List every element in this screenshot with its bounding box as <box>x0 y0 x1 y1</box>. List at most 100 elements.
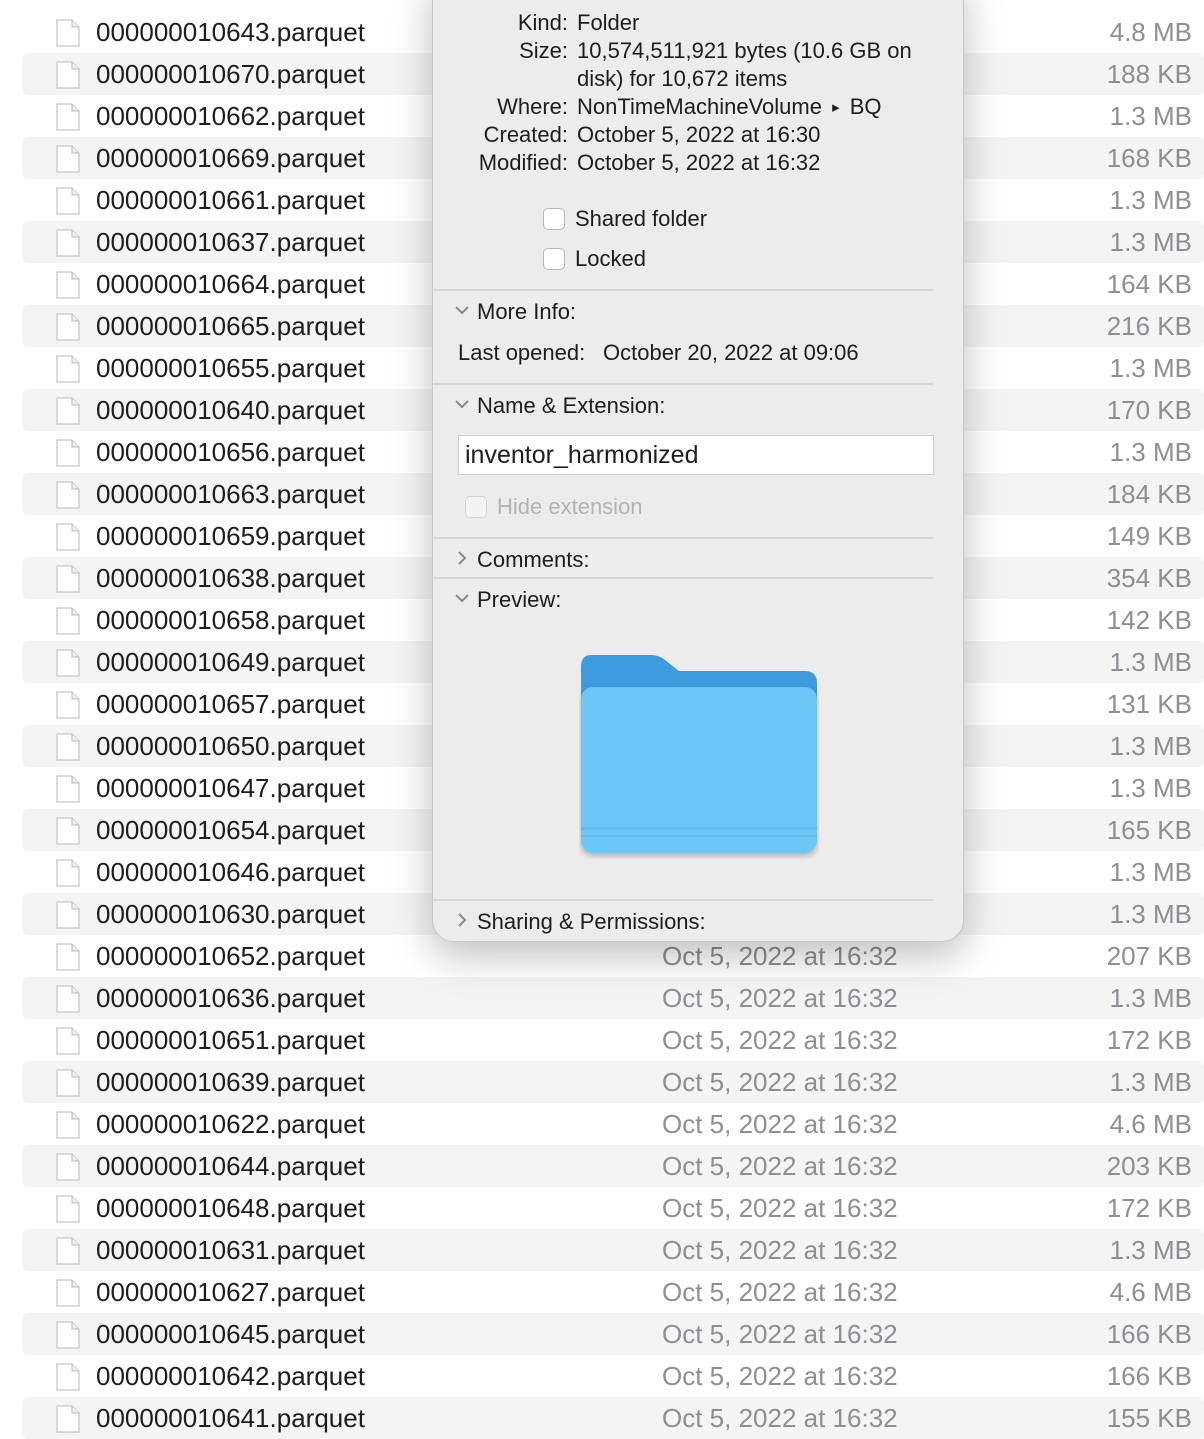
hide-extension-checkbox[interactable] <box>465 496 487 518</box>
more-info-section-toggle[interactable]: More Info: <box>453 297 753 327</box>
file-date-modified: Oct 5, 2022 at 16:32 <box>662 1109 898 1139</box>
file-row[interactable]: 000000010622.parquet Oct 5, 2022 at 16:32… <box>22 1103 1204 1145</box>
file-name: 000000010656.parquet <box>96 437 365 467</box>
chevron-right-icon <box>458 551 467 565</box>
document-icon <box>56 985 80 1013</box>
document-icon <box>56 439 80 467</box>
file-name: 000000010659.parquet <box>96 521 365 551</box>
file-name: 000000010652.parquet <box>96 941 365 971</box>
file-name: 000000010670.parquet <box>96 59 365 89</box>
file-name: 000000010663.parquet <box>96 479 365 509</box>
file-name: 000000010622.parquet <box>96 1109 365 1139</box>
document-icon <box>56 1321 80 1349</box>
document-icon <box>56 1195 80 1223</box>
file-size: 149 KB <box>1106 521 1192 551</box>
file-row[interactable]: 000000010645.parquet Oct 5, 2022 at 16:32… <box>22 1313 1204 1355</box>
file-name: 000000010649.parquet <box>96 647 365 677</box>
file-size: 165 KB <box>1106 815 1192 845</box>
file-row[interactable]: 000000010644.parquet Oct 5, 2022 at 16:32… <box>22 1145 1204 1187</box>
file-name: 000000010661.parquet <box>96 185 365 215</box>
shared-folder-checkbox[interactable] <box>543 208 565 230</box>
file-row[interactable]: 000000010651.parquet Oct 5, 2022 at 16:32… <box>22 1019 1204 1061</box>
name-extension-section-toggle[interactable]: Name & Extension: <box>453 391 753 421</box>
file-size: 4.6 MB <box>1109 1277 1192 1307</box>
file-size: 172 KB <box>1106 1025 1192 1055</box>
last-opened-label: Last opened: <box>458 340 586 365</box>
file-name: 000000010645.parquet <box>96 1319 365 1349</box>
folder-icon <box>581 655 817 853</box>
document-icon <box>56 1279 80 1307</box>
file-date-modified: Oct 5, 2022 at 16:32 <box>662 1403 898 1433</box>
modified-label: Modified: <box>478 150 568 175</box>
document-icon <box>56 1111 80 1139</box>
file-name: 000000010655.parquet <box>96 353 365 383</box>
divider <box>433 383 933 385</box>
created-value: October 5, 2022 at 16:30 <box>577 122 821 147</box>
file-row[interactable]: 000000010631.parquet Oct 5, 2022 at 16:32… <box>22 1229 1204 1271</box>
divider <box>433 899 933 901</box>
preview-section-toggle[interactable]: Preview: <box>453 585 753 615</box>
sharing-permissions-title: Sharing & Permissions: <box>477 909 706 934</box>
file-size: 1.3 MB <box>1109 353 1192 383</box>
file-size: 142 KB <box>1106 605 1192 635</box>
file-row[interactable]: 000000010627.parquet Oct 5, 2022 at 16:32… <box>22 1271 1204 1313</box>
document-icon <box>56 733 80 761</box>
chevron-down-icon <box>455 400 469 409</box>
size-label: Size: <box>519 38 568 63</box>
kind-label: Kind: <box>517 10 568 35</box>
document-icon <box>56 229 80 257</box>
file-name: 000000010636.parquet <box>96 983 365 1013</box>
file-size: 166 KB <box>1106 1361 1192 1391</box>
sharing-permissions-section-toggle[interactable]: Sharing & Permissions: <box>453 907 773 937</box>
file-size: 1.3 MB <box>1109 185 1192 215</box>
file-name: 000000010657.parquet <box>96 689 365 719</box>
size-value-line1: 10,574,511,921 bytes (10.6 GB on <box>577 38 912 63</box>
where-label: Where: <box>497 94 568 119</box>
file-size: 1.3 MB <box>1109 437 1192 467</box>
file-name: 000000010627.parquet <box>96 1277 365 1307</box>
file-name: 000000010630.parquet <box>96 899 365 929</box>
file-row[interactable]: 000000010648.parquet Oct 5, 2022 at 16:32… <box>22 1187 1204 1229</box>
document-icon <box>56 901 80 929</box>
file-size: 168 KB <box>1106 143 1192 173</box>
file-size: 216 KB <box>1106 311 1192 341</box>
name-input[interactable] <box>458 435 934 475</box>
file-name: 000000010643.parquet <box>96 17 365 47</box>
file-date-modified: Oct 5, 2022 at 16:32 <box>662 1361 898 1391</box>
file-row[interactable]: 000000010642.parquet Oct 5, 2022 at 16:32… <box>22 1355 1204 1397</box>
file-size: 184 KB <box>1106 479 1192 509</box>
file-date-modified: Oct 5, 2022 at 16:32 <box>662 983 898 1013</box>
kind-value: Folder <box>577 10 640 35</box>
locked-checkbox[interactable] <box>543 248 565 270</box>
file-name: 000000010664.parquet <box>96 269 365 299</box>
comments-section-toggle[interactable]: Comments: <box>453 545 753 575</box>
file-row[interactable]: 000000010639.parquet Oct 5, 2022 at 16:32… <box>22 1061 1204 1103</box>
file-name: 000000010648.parquet <box>96 1193 365 1223</box>
file-row[interactable]: 000000010641.parquet Oct 5, 2022 at 16:32… <box>22 1397 1204 1439</box>
file-size: 354 KB <box>1106 563 1192 593</box>
document-icon <box>56 397 80 425</box>
document-icon <box>56 859 80 887</box>
more-info-title: More Info: <box>477 299 577 324</box>
document-icon <box>56 103 80 131</box>
file-name: 000000010637.parquet <box>96 227 365 257</box>
file-date-modified: Oct 5, 2022 at 16:32 <box>662 1235 898 1265</box>
file-name: 000000010631.parquet <box>96 1235 365 1265</box>
file-size: 172 KB <box>1106 1193 1192 1223</box>
file-size: 1.3 MB <box>1109 647 1192 677</box>
document-icon <box>56 565 80 593</box>
divider <box>433 289 933 291</box>
file-size: 1.3 MB <box>1109 1235 1192 1265</box>
file-name: 000000010644.parquet <box>96 1151 365 1181</box>
file-name: 000000010654.parquet <box>96 815 365 845</box>
file-size: 170 KB <box>1106 395 1192 425</box>
file-row[interactable]: 000000010636.parquet Oct 5, 2022 at 16:32… <box>22 977 1204 1019</box>
file-name: 000000010651.parquet <box>96 1025 365 1055</box>
file-name: 000000010658.parquet <box>96 605 365 635</box>
file-size: 164 KB <box>1106 269 1192 299</box>
file-size: 207 KB <box>1106 941 1192 971</box>
file-name: 000000010642.parquet <box>96 1361 365 1391</box>
name-extension-title: Name & Extension: <box>477 393 666 418</box>
document-icon <box>56 355 80 383</box>
document-icon <box>56 649 80 677</box>
